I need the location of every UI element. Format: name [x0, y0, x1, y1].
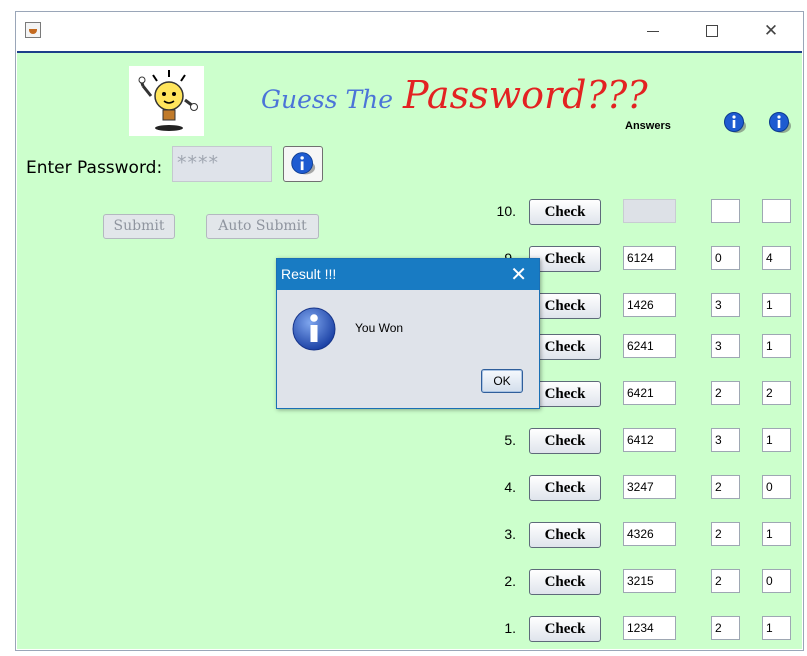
page-title: Guess The Password???: [261, 73, 648, 117]
score-field-a[interactable]: [711, 199, 740, 223]
score-field-a[interactable]: 3: [711, 334, 740, 358]
answers-header: Answers: [625, 120, 671, 132]
row-number: 1.: [504, 620, 516, 636]
score-field-b[interactable]: 1: [762, 522, 791, 546]
info-icon-col-a[interactable]: [723, 111, 747, 135]
auto-submit-button[interactable]: Auto Submit: [206, 214, 319, 239]
dialog-close-button[interactable]: ✕: [510, 262, 527, 286]
java-icon: [25, 22, 41, 38]
check-button[interactable]: Check: [529, 616, 601, 642]
answer-field[interactable]: 6241: [623, 334, 676, 358]
answer-field[interactable]: 4326: [623, 522, 676, 546]
score-field-a[interactable]: 2: [711, 381, 740, 405]
info-icon-col-b[interactable]: [768, 111, 792, 135]
score-field-b[interactable]: 1: [762, 334, 791, 358]
minimize-button[interactable]: [631, 16, 675, 46]
score-field-a[interactable]: 2: [711, 616, 740, 640]
close-window-button[interactable]: ✕: [749, 16, 793, 46]
score-field-a[interactable]: 2: [711, 522, 740, 546]
answer-field[interactable]: 3215: [623, 569, 676, 593]
score-field-b[interactable]: 1: [762, 293, 791, 317]
dialog-title: Result !!!: [281, 266, 337, 282]
info-icon: [292, 307, 336, 351]
answer-field[interactable]: 6421: [623, 381, 676, 405]
maximize-button[interactable]: [689, 16, 733, 46]
submit-button[interactable]: Submit: [103, 214, 175, 239]
answer-field[interactable]: 3247: [623, 475, 676, 499]
check-button[interactable]: Check: [529, 569, 601, 595]
title-password: Password???: [403, 73, 648, 117]
score-field-a[interactable]: 3: [711, 293, 740, 317]
score-field-b[interactable]: 0: [762, 475, 791, 499]
ok-button[interactable]: OK: [481, 369, 523, 393]
password-input[interactable]: ****: [172, 146, 272, 182]
score-field-b[interactable]: 0: [762, 569, 791, 593]
row-number: 2.: [504, 573, 516, 589]
row-number: 5.: [504, 432, 516, 448]
dialog-title-bar: Result !!! ✕: [277, 259, 539, 290]
score-field-a[interactable]: 0: [711, 246, 740, 270]
info-icon: [291, 152, 316, 175]
row-number: 3.: [504, 526, 516, 542]
enter-password-label: Enter Password:: [26, 158, 163, 178]
check-button[interactable]: Check: [529, 428, 601, 454]
score-field-b[interactable]: 2: [762, 381, 791, 405]
answer-field[interactable]: 1234: [623, 616, 676, 640]
dialog-message: You Won: [355, 321, 404, 335]
row-number: 10.: [496, 203, 516, 219]
row-number: 4.: [504, 479, 516, 495]
check-button[interactable]: Check: [529, 475, 601, 501]
score-field-b[interactable]: [762, 199, 791, 223]
answer-field[interactable]: 6412: [623, 428, 676, 452]
check-button[interactable]: Check: [529, 199, 601, 225]
result-dialog: Result !!! ✕ You Won OK: [276, 258, 540, 409]
score-field-a[interactable]: 3: [711, 428, 740, 452]
score-field-b[interactable]: 1: [762, 428, 791, 452]
answer-field[interactable]: [623, 199, 676, 223]
info-button[interactable]: [283, 146, 323, 182]
score-field-b[interactable]: 1: [762, 616, 791, 640]
score-field-a[interactable]: 2: [711, 569, 740, 593]
score-field-a[interactable]: 2: [711, 475, 740, 499]
title-guess-the: Guess The: [261, 85, 394, 114]
title-bar: ✕: [16, 12, 803, 50]
answer-field[interactable]: 1426: [623, 293, 676, 317]
score-field-b[interactable]: 4: [762, 246, 791, 270]
lightbulb-logo: [129, 66, 204, 136]
check-button[interactable]: Check: [529, 522, 601, 548]
answer-field[interactable]: 6124: [623, 246, 676, 270]
